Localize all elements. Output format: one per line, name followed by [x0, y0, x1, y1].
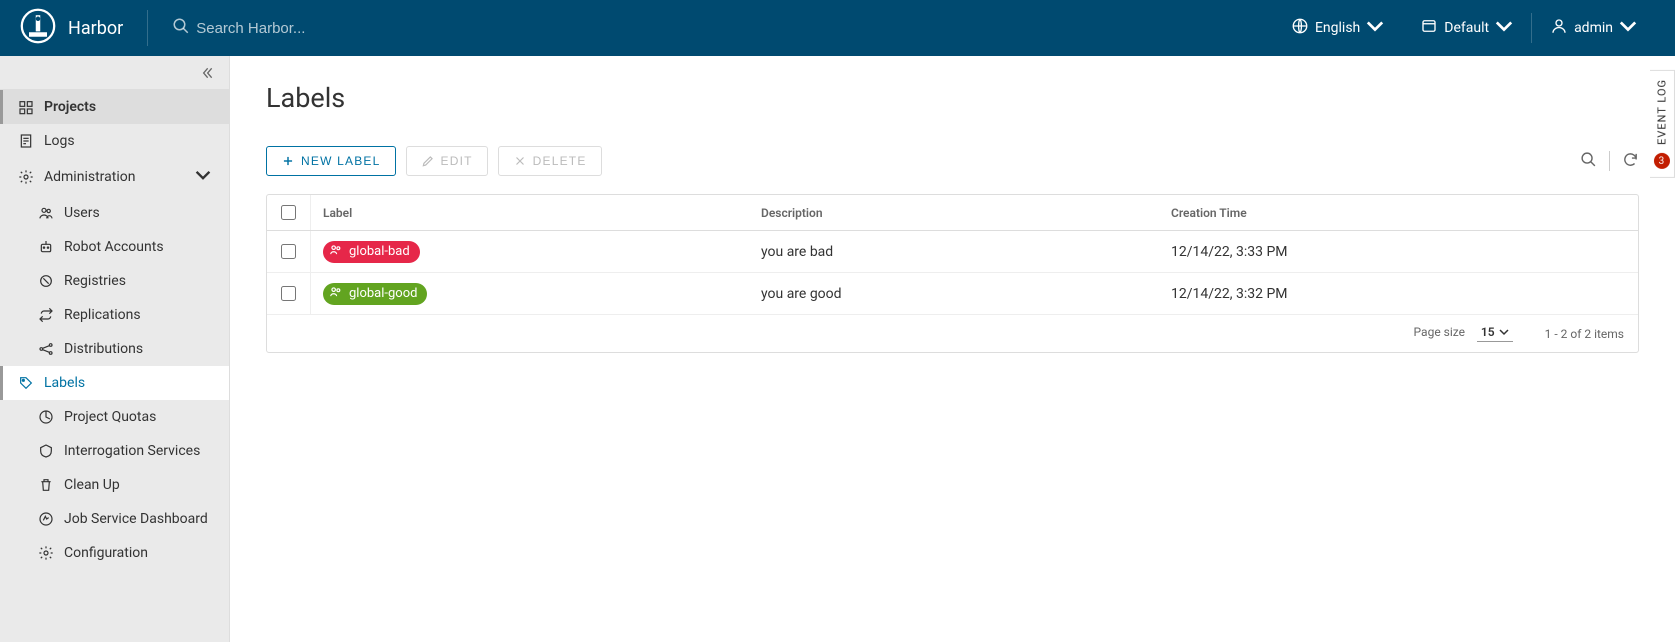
label-pill: global-bad	[323, 241, 420, 263]
column-header-description[interactable]: Description	[761, 206, 1171, 220]
new-label-button[interactable]: NEW LABEL	[266, 146, 396, 176]
chevron-down-icon	[1619, 17, 1637, 39]
edit-text: EDIT	[441, 154, 473, 168]
event-log-tab[interactable]: 3 EVENT LOG	[1650, 70, 1675, 178]
event-log-label: EVENT LOG	[1656, 79, 1669, 145]
sidebar-item-label: Interrogation Services	[64, 443, 200, 459]
theme-selector[interactable]: Default	[1402, 17, 1531, 39]
table-row[interactable]: global-good you are good 12/14/22, 3:32 …	[267, 273, 1638, 315]
chevron-down-icon	[195, 167, 211, 187]
sidebar-item-interrogation-services[interactable]: Interrogation Services	[0, 434, 229, 468]
pagination-text: 1 - 2 of 2 items	[1545, 327, 1624, 341]
sidebar-item-administration[interactable]: Administration	[0, 158, 229, 196]
search-icon	[172, 17, 196, 39]
sidebar-item-label: Configuration	[64, 545, 148, 561]
label-icon	[329, 243, 343, 261]
sidebar-item-clean-up[interactable]: Clean Up	[0, 468, 229, 502]
sidebar-item-replications[interactable]: Replications	[0, 298, 229, 332]
sidebar-item-label: Replications	[64, 307, 141, 323]
select-all-checkbox[interactable]	[281, 205, 296, 220]
column-header-label[interactable]: Label	[311, 206, 761, 220]
brand-name: Harbor	[68, 18, 123, 39]
theme-label: Default	[1444, 20, 1489, 36]
edit-button[interactable]: EDIT	[406, 146, 488, 176]
row-checkbox[interactable]	[281, 244, 296, 259]
column-header-creation-time[interactable]: Creation Time	[1171, 206, 1638, 220]
page-size-label: Page size	[1414, 325, 1465, 339]
row-creation-time: 12/14/22, 3:32 PM	[1171, 286, 1638, 302]
label-pill: global-good	[323, 283, 427, 305]
row-checkbox[interactable]	[281, 286, 296, 301]
chevron-down-icon	[1495, 17, 1513, 39]
sidebar-item-users[interactable]: Users	[0, 196, 229, 230]
header-divider	[147, 10, 148, 46]
language-label: English	[1315, 20, 1360, 36]
language-selector[interactable]: English	[1273, 17, 1402, 39]
label-name: global-bad	[349, 244, 410, 259]
sidebar-item-distributions[interactable]: Distributions	[0, 332, 229, 366]
sidebar-item-registries[interactable]: Registries	[0, 264, 229, 298]
row-description: you are bad	[761, 244, 1171, 260]
sidebar-item-label: Registries	[64, 273, 126, 289]
toolbar-divider	[1609, 151, 1610, 171]
sidebar-item-label: Distributions	[64, 341, 143, 357]
sidebar-collapse-button[interactable]	[0, 56, 229, 90]
palette-icon	[1420, 17, 1438, 39]
sidebar-item-label: Administration	[44, 169, 135, 185]
delete-text: DELETE	[533, 154, 587, 168]
row-creation-time: 12/14/22, 3:33 PM	[1171, 244, 1638, 260]
sidebar-item-logs[interactable]: Logs	[0, 124, 229, 158]
sidebar-item-label: Users	[64, 205, 100, 221]
search-input[interactable]	[196, 20, 496, 37]
sidebar-item-job-service-dashboard[interactable]: Job Service Dashboard	[0, 502, 229, 536]
page-title: Labels	[266, 82, 1639, 114]
chevron-down-icon	[1366, 17, 1384, 39]
sidebar-item-label: Robot Accounts	[64, 239, 164, 255]
event-log-badge: 3	[1654, 153, 1670, 169]
globe-icon	[1291, 17, 1309, 39]
user-menu[interactable]: admin	[1532, 17, 1655, 39]
row-description: you are good	[761, 286, 1171, 302]
user-label: admin	[1574, 20, 1613, 36]
table-row[interactable]: global-bad you are bad 12/14/22, 3:33 PM	[267, 231, 1638, 273]
sidebar-item-project-quotas[interactable]: Project Quotas	[0, 400, 229, 434]
harbor-logo-icon	[20, 8, 56, 48]
new-label-text: NEW LABEL	[301, 154, 381, 168]
label-name: global-good	[349, 286, 417, 301]
page-size-value: 15	[1481, 325, 1495, 339]
user-icon	[1550, 17, 1568, 39]
delete-button[interactable]: DELETE	[498, 146, 602, 176]
filter-search-icon[interactable]	[1580, 151, 1597, 172]
sidebar-item-label: Project Quotas	[64, 409, 156, 425]
sidebar-item-configuration[interactable]: Configuration	[0, 536, 229, 570]
page-size-selector[interactable]: 15	[1477, 325, 1513, 342]
sidebar-item-label: Clean Up	[64, 477, 120, 493]
sidebar-item-label: Logs	[44, 133, 75, 149]
refresh-icon[interactable]	[1622, 151, 1639, 172]
label-icon	[329, 285, 343, 303]
sidebar-item-robot-accounts[interactable]: Robot Accounts	[0, 230, 229, 264]
sidebar-item-label: Labels	[44, 375, 85, 391]
sidebar-item-projects[interactable]: Projects	[0, 90, 229, 124]
sidebar-item-label: Job Service Dashboard	[64, 511, 208, 527]
sidebar-item-labels[interactable]: Labels	[0, 366, 229, 400]
sidebar-item-label: Projects	[44, 99, 96, 115]
